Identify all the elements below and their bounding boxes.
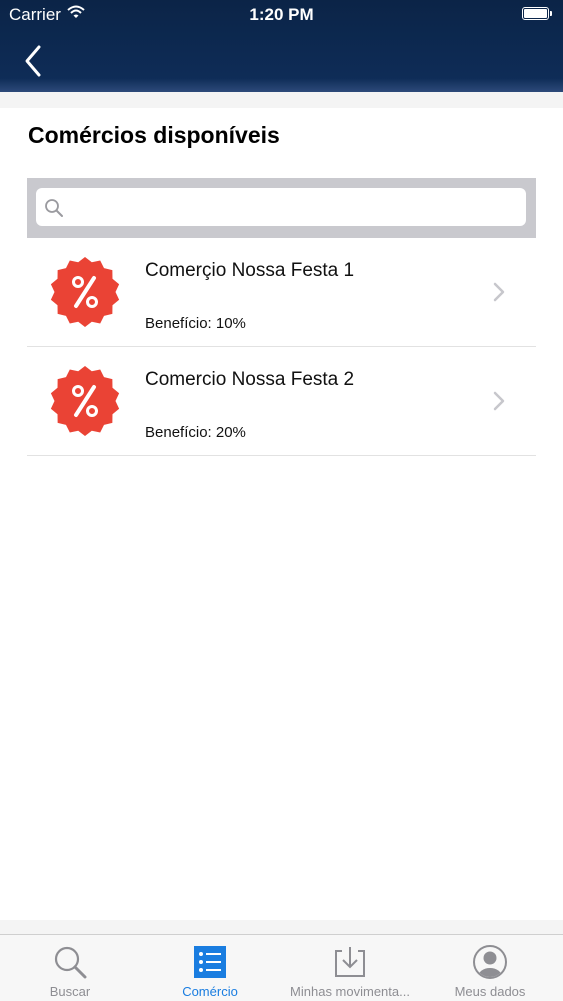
tab-label: Buscar [49, 984, 91, 999]
search-input[interactable] [72, 188, 516, 228]
navigation-bar: Carrier 1:20 PM [0, 0, 563, 92]
merchant-benefit: Benefício: 20% [145, 424, 246, 441]
search-icon [44, 198, 64, 223]
download-icon [335, 947, 365, 977]
merchant-row[interactable]: Comerçio Nossa Festa 1 Benefício: 10% [27, 238, 536, 347]
merchant-name: Comerçio Nossa Festa 1 [145, 260, 355, 281]
battery-icon [522, 7, 552, 20]
tab-label: Minhas movimenta... [290, 984, 410, 999]
back-button[interactable] [22, 44, 46, 78]
discount-badge-icon [50, 257, 120, 327]
merchant-row[interactable]: Comercio Nossa Festa 2 Benefício: 20% [27, 347, 536, 456]
merchants-screen: Comércios disponíveis Comerçio Nossa Fes… [0, 108, 563, 920]
merchant-list: Comerçio Nossa Festa 1 Benefício: 10% Co… [27, 238, 536, 456]
tab-label: Meus dados [454, 984, 526, 999]
tab-comercio[interactable]: Comércio [140, 935, 280, 1001]
list-icon [194, 946, 226, 978]
chevron-left-icon [25, 45, 41, 77]
tab-label: Comércio [182, 984, 238, 999]
user-icon [473, 945, 507, 979]
merchant-name: Comercio Nossa Festa 2 [145, 369, 355, 390]
tab-minhas-movimentacoes[interactable]: Minhas movimenta... [280, 935, 420, 1001]
search-bar [27, 178, 536, 238]
tab-buscar[interactable]: Buscar [0, 935, 140, 1001]
clock: 1:20 PM [249, 5, 314, 24]
discount-badge-icon [50, 366, 120, 436]
chevron-right-icon [493, 282, 505, 302]
merchant-benefit: Benefício: 10% [145, 315, 246, 332]
status-bar: Carrier 1:20 PM [0, 0, 563, 30]
tab-bar: Buscar Comércio Minhas movimenta... Meus… [0, 934, 563, 1001]
search-icon [54, 946, 87, 979]
tab-meus-dados[interactable]: Meus dados [420, 935, 560, 1001]
page-title: Comércios disponíveis [28, 122, 280, 148]
search-field[interactable] [36, 188, 526, 228]
chevron-right-icon [493, 391, 505, 411]
